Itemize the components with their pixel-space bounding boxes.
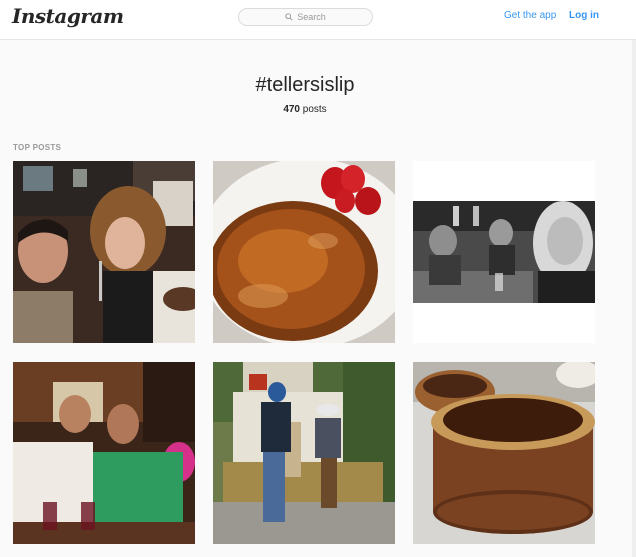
post-count-number: 470 xyxy=(283,104,300,115)
post-count-suffix: posts xyxy=(300,104,327,115)
hashtag-title: #tellersislip xyxy=(255,74,355,96)
log-in-link[interactable]: Log in xyxy=(569,10,599,21)
page-scrollbar[interactable] xyxy=(632,40,636,557)
creme-brulee-strawberries-photo xyxy=(213,161,395,343)
couple-bench-sign-photo xyxy=(213,362,395,544)
post-count: 470 posts xyxy=(0,104,610,115)
post-tile-6[interactable] xyxy=(413,362,595,544)
search-icon xyxy=(285,13,293,21)
get-the-app-link[interactable]: Get the app xyxy=(504,10,556,21)
couple-selfie-restaurant-photo xyxy=(13,161,195,343)
two-men-restaurant-photo xyxy=(13,362,195,544)
post-tile-1[interactable] xyxy=(13,161,195,343)
black-and-white-bar-selfie-photo xyxy=(413,161,595,343)
instagram-logo[interactable]: Instagram xyxy=(12,4,124,28)
chocolate-pie-photo xyxy=(413,362,595,544)
post-tile-5[interactable] xyxy=(213,362,395,544)
top-bar: Instagram Search Get the app Log in xyxy=(0,0,636,40)
post-tile-4[interactable] xyxy=(13,362,195,544)
search-placeholder: Search xyxy=(297,12,326,22)
post-tile-3[interactable] xyxy=(413,161,595,343)
post-tile-2[interactable] xyxy=(213,161,395,343)
section-label: TOP POSTS xyxy=(13,143,62,152)
search-input[interactable]: Search xyxy=(238,8,373,26)
